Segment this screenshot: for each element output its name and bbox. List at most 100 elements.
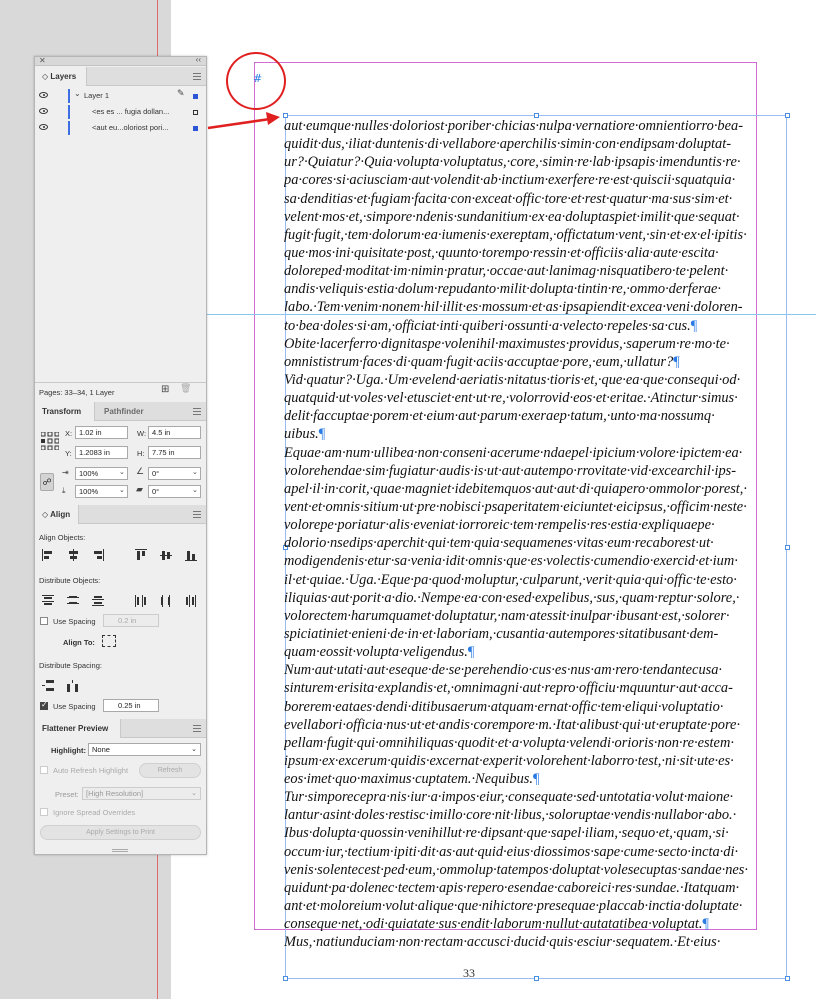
text-line: Num·aut·utati·aut·eseque·de·se·perehendi… — [284, 662, 723, 679]
h-input[interactable]: 7.75 in — [148, 446, 201, 459]
text-line: labo.·Tem·venim·nonem·hil·illit·es·mossu… — [284, 299, 743, 316]
x-input[interactable]: 1.02 in — [75, 426, 128, 439]
highlight-select[interactable]: None ⌄ — [88, 743, 201, 756]
layer-row-layer-1[interactable]: ⌄ Layer 1 ✎ — [35, 88, 206, 104]
x-label: X: — [65, 429, 73, 438]
distribute-center-h-icon[interactable] — [160, 595, 174, 607]
use-spacing-input[interactable]: 0.2 in — [103, 614, 159, 627]
tab-layers[interactable]: ◇ Layers — [35, 67, 87, 86]
shear-icon: ▰ — [136, 485, 143, 495]
y-input[interactable]: 1.2083 in — [75, 446, 128, 459]
distribute-vspace-icon[interactable] — [42, 680, 56, 692]
chevron-down-icon[interactable]: ⌄ — [119, 486, 125, 494]
chevron-down-icon[interactable]: ⌄ — [74, 89, 81, 98]
align-top-icon[interactable] — [135, 549, 149, 561]
panel-menu-icon[interactable] — [193, 511, 201, 518]
align-right-icon[interactable] — [92, 549, 106, 561]
use-spacing-2-label: Use Spacing — [53, 702, 96, 711]
chevron-updown-icon: ◇ — [42, 72, 49, 81]
selection-square-icon[interactable] — [193, 126, 198, 131]
panel-menu-icon[interactable] — [193, 408, 201, 415]
panel-resize-grip[interactable] — [112, 849, 128, 852]
text-line: il·et·quiae.·Uga.·Eque·pa·quod·moluptur,… — [284, 571, 737, 588]
text-line: apel·il·in·corit,·quae·magniet·idebitemq… — [284, 480, 747, 497]
text-line: quidunt·pa·dolenec·tectem·apis·repero·es… — [284, 879, 740, 896]
panel-titlebar[interactable]: ✕ ‹‹ — [35, 55, 206, 66]
tab-pathfinder[interactable]: Pathfinder — [97, 402, 151, 421]
close-icon[interactable]: ✕ — [39, 56, 46, 65]
constrain-proportions-link-icon[interactable]: ☍ — [40, 473, 54, 491]
refresh-button[interactable]: Refresh — [139, 763, 201, 778]
distribute-top-icon[interactable] — [42, 595, 56, 607]
text-line: conseque·net,·odi·quiatate·sus·endit·lab… — [284, 916, 710, 933]
chevron-down-icon[interactable]: ⌄ — [119, 468, 125, 476]
trash-icon[interactable]: 🗑 — [180, 384, 191, 394]
text-line: vent·et·omnis·sitium·ut·pre·nobisci·psap… — [284, 498, 747, 515]
pilcrow-icon: ¶ — [318, 426, 326, 443]
distribute-right-icon[interactable] — [185, 595, 199, 607]
layer-row-item-2[interactable]: <aut eu...oloriost pori... — [35, 120, 206, 136]
w-input[interactable]: 4.5 in — [148, 426, 201, 439]
text-line: sa·denditias·et·fugiam·facita·con·exceat… — [284, 190, 733, 207]
use-spacing-2-input[interactable]: 0.25 in — [103, 699, 159, 712]
ignore-overrides-label: Ignore Spread Overrides — [53, 808, 136, 817]
distribute-center-v-icon[interactable] — [67, 595, 81, 607]
align-center-v-icon[interactable] — [160, 549, 174, 561]
selection-square-icon[interactable] — [193, 94, 198, 99]
eye-icon[interactable] — [39, 124, 48, 130]
align-bottom-icon[interactable] — [185, 549, 199, 561]
tab-transform[interactable]: Transform — [35, 402, 95, 421]
ignore-overrides-checkbox[interactable] — [40, 808, 48, 816]
panel-dock: ✕ ‹‹ ◇ Layers ⌄ Layer 1 ✎ <es es ... fug… — [34, 55, 207, 855]
panel-menu-icon[interactable] — [193, 725, 201, 732]
distribute-hspace-icon[interactable] — [67, 680, 81, 692]
use-spacing-label: Use Spacing — [53, 617, 96, 626]
story-text[interactable]: aut·eumque·nulles·doloriost·poriber·chic… — [284, 117, 790, 979]
align-left-icon[interactable] — [42, 549, 56, 561]
tab-align[interactable]: ◇ Align — [35, 505, 79, 524]
use-spacing-checkbox[interactable] — [40, 617, 48, 625]
w-label: W: — [137, 429, 147, 438]
text-line: lantur·asint·doles·restisc·imillo·core·n… — [284, 807, 737, 824]
collapse-icon[interactable]: ‹‹ — [196, 55, 201, 64]
text-line: sinturem·erisita·explandis·et,·omnimagni… — [284, 680, 733, 697]
text-line: volorehendae·sim·fugiatur·audis·is·ut·au… — [284, 462, 737, 479]
y-label: Y: — [65, 449, 72, 458]
text-line: modigendenis·etur·sa·venia·idit·omnis·qu… — [284, 553, 738, 570]
highlight-label: Highlight: — [51, 746, 86, 755]
eye-icon[interactable] — [39, 108, 48, 114]
panel-menu-icon[interactable] — [193, 73, 201, 80]
pilcrow-icon: ¶ — [533, 771, 540, 788]
scale-x-icon: ⇥ — [62, 468, 69, 477]
align-to-selection-icon[interactable] — [102, 635, 116, 647]
auto-refresh-checkbox[interactable] — [40, 766, 48, 774]
text-line: dolorio·nsedips·aperchit·qui·tem·quia·se… — [284, 535, 714, 552]
align-objects-label: Align Objects: — [39, 533, 86, 542]
apply-settings-button[interactable]: Apply Settings to Print — [40, 825, 201, 840]
use-spacing-2-checkbox[interactable] — [40, 700, 48, 710]
tab-flattener-preview[interactable]: Flattener Preview — [35, 719, 121, 738]
layers-footer: Pages: 33–34, 1 Layer — [39, 388, 115, 397]
new-layer-icon[interactable]: ⊞ — [161, 384, 169, 395]
text-line: uibus.¶ — [284, 426, 326, 443]
selection-square-icon[interactable] — [193, 110, 198, 115]
scale-y-icon: ⤓ — [62, 486, 66, 495]
align-center-h-icon[interactable] — [67, 549, 81, 561]
distribute-left-icon[interactable] — [135, 595, 149, 607]
eye-icon[interactable] — [39, 92, 48, 98]
h-label: H: — [137, 449, 145, 458]
text-line: eos·imet·quo·maximus·cuptatem.·Nequibus.… — [284, 771, 540, 788]
chevron-down-icon[interactable]: ⌄ — [192, 468, 198, 476]
text-line: aut·eumque·nulles·doloriost·poriber·chic… — [284, 118, 743, 134]
text-line: andis·veliquis·estia·dolum·repudanto·mil… — [284, 281, 722, 298]
transform-tabbar: Transform Pathfinder — [35, 402, 206, 421]
preset-select[interactable]: [High Resolution] ⌄ — [82, 787, 201, 800]
reference-point-icon[interactable] — [40, 431, 60, 451]
text-line: quidit·dus,·iliat·duntenis·di·vellabore·… — [284, 136, 732, 153]
layer-row-item-1[interactable]: <es es ... fugia dollan... — [35, 104, 206, 120]
text-line: Obite·lacerferro·dignitaspe·volenihil·ma… — [284, 335, 730, 352]
distribute-bottom-icon[interactable] — [92, 595, 106, 607]
chevron-down-icon[interactable]: ⌄ — [192, 486, 198, 494]
text-line: evellabori·officia·nus·ut·et·andis·corem… — [284, 716, 741, 733]
object-name: <aut eu...oloriost pori... — [92, 123, 169, 132]
